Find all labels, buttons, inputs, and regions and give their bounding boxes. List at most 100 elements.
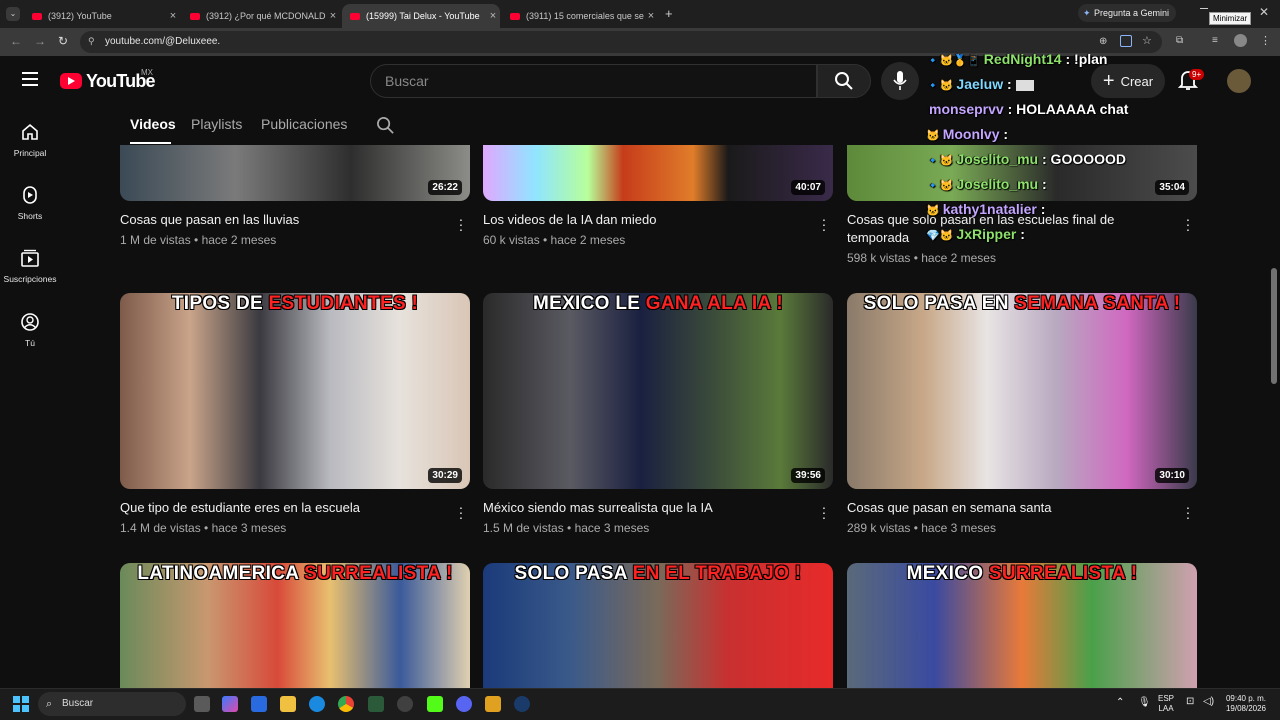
- sidebar-item-shorts[interactable]: Shorts: [0, 185, 60, 221]
- video-thumbnail[interactable]: 26:22: [120, 145, 470, 201]
- zoom-icon[interactable]: ⊕: [1099, 36, 1107, 47]
- tab-search-icon[interactable]: ⌄: [6, 7, 20, 21]
- search-button[interactable]: [817, 64, 871, 98]
- tab-videos[interactable]: Videos: [130, 116, 176, 132]
- video-thumbnail[interactable]: TIPOS DE ESTUDIANTES ! 30:29: [120, 293, 470, 489]
- copilot-icon[interactable]: [222, 696, 238, 712]
- browser-tab-1[interactable]: (3912) YouTube ×: [24, 4, 180, 28]
- more-options-icon[interactable]: · · ·: [453, 500, 469, 524]
- tab-playlists[interactable]: Playlists: [191, 116, 242, 132]
- kick-icon[interactable]: [427, 696, 443, 712]
- clock[interactable]: 09:40 p. m. 19/08/2026: [1222, 694, 1270, 714]
- more-options-icon[interactable]: · · ·: [1180, 212, 1196, 236]
- task-view-icon[interactable]: [194, 696, 210, 712]
- chrome-icon[interactable]: [338, 696, 354, 712]
- url-text[interactable]: youtube.com/@Deluxeee.: [105, 36, 220, 47]
- tab-posts[interactable]: Publicaciones: [261, 116, 347, 132]
- duration-badge: 40:07: [791, 180, 825, 195]
- youtube-favicon-icon: [190, 12, 200, 20]
- profile-icon[interactable]: [1234, 34, 1247, 47]
- gemini-button[interactable]: ✦ Pregunta a Gemini: [1078, 4, 1176, 22]
- file-explorer-icon[interactable]: [280, 696, 296, 712]
- video-title[interactable]: Cosas que pasan en semana santa: [847, 499, 1167, 517]
- video-thumbnail[interactable]: LATINOAMERICA SURREALISTA !: [120, 563, 470, 688]
- xbox-app-icon[interactable]: [368, 696, 384, 712]
- video-title[interactable]: Los videos de la IA dan miedo: [483, 211, 803, 229]
- video-thumbnail[interactable]: 40:07: [483, 145, 833, 201]
- browser-menu-icon[interactable]: ⋮: [1260, 34, 1271, 47]
- menu-icon[interactable]: [22, 72, 38, 86]
- youtube-favicon-icon: [32, 12, 42, 20]
- plus-icon: +: [1102, 70, 1115, 92]
- voice-search-button[interactable]: [881, 62, 919, 100]
- more-options-icon[interactable]: · · ·: [1180, 500, 1196, 524]
- microphone-icon: [893, 71, 907, 90]
- close-tab-icon[interactable]: ×: [486, 10, 500, 22]
- video-title[interactable]: Que tipo de estudiante eres en la escuel…: [120, 499, 440, 517]
- chat-message: 🔹🐱 Joselito_mu : GOOOOOD: [926, 151, 1126, 167]
- reload-icon[interactable]: ↻: [58, 34, 68, 48]
- window-close-button[interactable]: ✕: [1259, 5, 1269, 19]
- app-icon[interactable]: [485, 696, 501, 712]
- video-title[interactable]: México siendo mas surrealista que la IA: [483, 499, 803, 517]
- search-input[interactable]: [370, 64, 817, 98]
- back-icon[interactable]: ←: [10, 34, 22, 48]
- youtube-favicon-icon: [510, 12, 520, 20]
- microphone-tray-icon[interactable]: 🎙: [1138, 698, 1151, 708]
- extensions-icon[interactable]: ⧉: [1176, 35, 1183, 46]
- close-tab-icon[interactable]: ×: [326, 10, 340, 22]
- more-options-icon[interactable]: · · ·: [453, 212, 469, 236]
- taskbar-search[interactable]: ⌕ Buscar: [38, 692, 186, 716]
- bookmark-star-icon[interactable]: ☆: [1142, 34, 1152, 47]
- youtube-logo-icon[interactable]: [60, 73, 82, 89]
- sidebar-item-you[interactable]: Tú: [0, 312, 60, 348]
- video-title[interactable]: Cosas que pasan en las lluvias: [120, 211, 440, 229]
- tray-chevron-icon[interactable]: ⌃: [1116, 698, 1124, 708]
- channel-search-icon[interactable]: [376, 116, 395, 135]
- avatar[interactable]: [1227, 69, 1251, 93]
- shorts-icon: [23, 186, 37, 204]
- discord-icon[interactable]: [456, 696, 472, 712]
- more-options-icon[interactable]: · · ·: [816, 500, 832, 524]
- thumbnail-banner: TIPOS DE ESTUDIANTES !: [171, 293, 419, 314]
- edge-icon[interactable]: [309, 696, 325, 712]
- steam-icon[interactable]: [514, 696, 530, 712]
- video-thumbnail[interactable]: SOLO PASA EN SEMANA SANTA ! 30:10: [847, 293, 1197, 489]
- close-tab-icon[interactable]: ×: [644, 10, 658, 22]
- duration-badge: 26:22: [428, 180, 462, 195]
- page-scrollbar[interactable]: [1270, 106, 1278, 688]
- translate-icon[interactable]: [1120, 35, 1132, 47]
- browser-tab-4[interactable]: (3911) 15 comerciales que se p ×: [502, 4, 658, 28]
- language-indicator[interactable]: ESP LAA: [1158, 694, 1174, 714]
- search-icon: ⌕: [46, 698, 53, 710]
- search-icon: [835, 72, 853, 90]
- sidebar-item-subscriptions[interactable]: Suscripciones: [0, 248, 60, 284]
- obs-icon[interactable]: [397, 696, 413, 712]
- notification-badge: 9+: [1189, 69, 1205, 80]
- volume-icon[interactable]: ◁): [1203, 697, 1214, 707]
- downloads-icon[interactable]: ≡: [1212, 35, 1218, 46]
- address-bar[interactable]: [80, 31, 1162, 53]
- video-thumbnail[interactable]: SOLO PASA EN EL TRABAJO !: [483, 563, 833, 688]
- video-meta: 1.5 M de vistas • hace 3 meses: [483, 521, 650, 535]
- forward-icon[interactable]: →: [34, 34, 46, 48]
- more-options-icon[interactable]: · · ·: [816, 212, 832, 236]
- windows-start-icon[interactable]: [13, 696, 29, 712]
- store-icon[interactable]: [251, 696, 267, 712]
- minimize-button[interactable]: [1200, 8, 1208, 9]
- duration-badge: 30:29: [428, 468, 462, 483]
- create-button[interactable]: + Crear: [1091, 64, 1165, 98]
- scrollbar-thumb[interactable]: [1271, 268, 1277, 384]
- new-tab-button[interactable]: +: [665, 6, 673, 21]
- browser-tab-3[interactable]: (15999) Tai Delux - YouTube ×: [342, 4, 500, 28]
- video-thumbnail[interactable]: MEXICO LE GANA ALA IA ! 39:56: [483, 293, 833, 489]
- close-tab-icon[interactable]: ×: [166, 10, 180, 22]
- video-thumbnail[interactable]: MEXICO SURREALISTA !: [847, 563, 1197, 688]
- site-info-icon[interactable]: ⚲: [88, 36, 95, 47]
- network-icon[interactable]: ⊡: [1186, 697, 1194, 707]
- browser-tab-2[interactable]: (3912) ¿Por qué MCDONALD'S ×: [182, 4, 340, 28]
- chat-message: 💎🐱 JxRipper :: [926, 226, 1025, 242]
- video-meta: 60 k vistas • hace 2 meses: [483, 233, 626, 247]
- sidebar-item-home[interactable]: Principal: [0, 122, 60, 158]
- thumbnail-banner: SOLO PASA EN EL TRABAJO !: [514, 563, 802, 584]
